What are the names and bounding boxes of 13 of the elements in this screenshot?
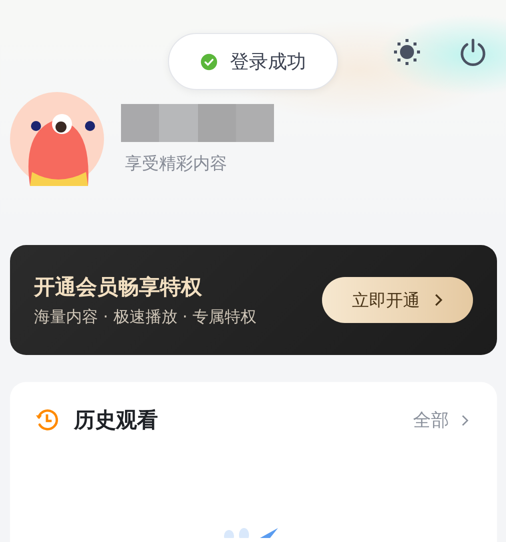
- toast-message: 登录成功: [230, 50, 306, 74]
- brightness-icon[interactable]: [392, 37, 422, 67]
- vip-title: 开通会员畅享特权: [34, 274, 203, 300]
- avatar-drawing[interactable]: [10, 92, 104, 186]
- history-clock-icon: [34, 407, 60, 433]
- chevron-right-icon: [434, 293, 443, 307]
- chevron-right-icon: [461, 414, 469, 426]
- power-icon[interactable]: [458, 37, 488, 67]
- check-icon: [200, 52, 218, 70]
- open-vip-button[interactable]: 立即开通: [322, 277, 473, 323]
- vip-subtitle: 海量内容 · 极速播放 · 专属特权: [34, 306, 257, 328]
- profile-subtitle: 享受精彩内容: [125, 153, 228, 175]
- history-title: 历史观看: [74, 407, 158, 434]
